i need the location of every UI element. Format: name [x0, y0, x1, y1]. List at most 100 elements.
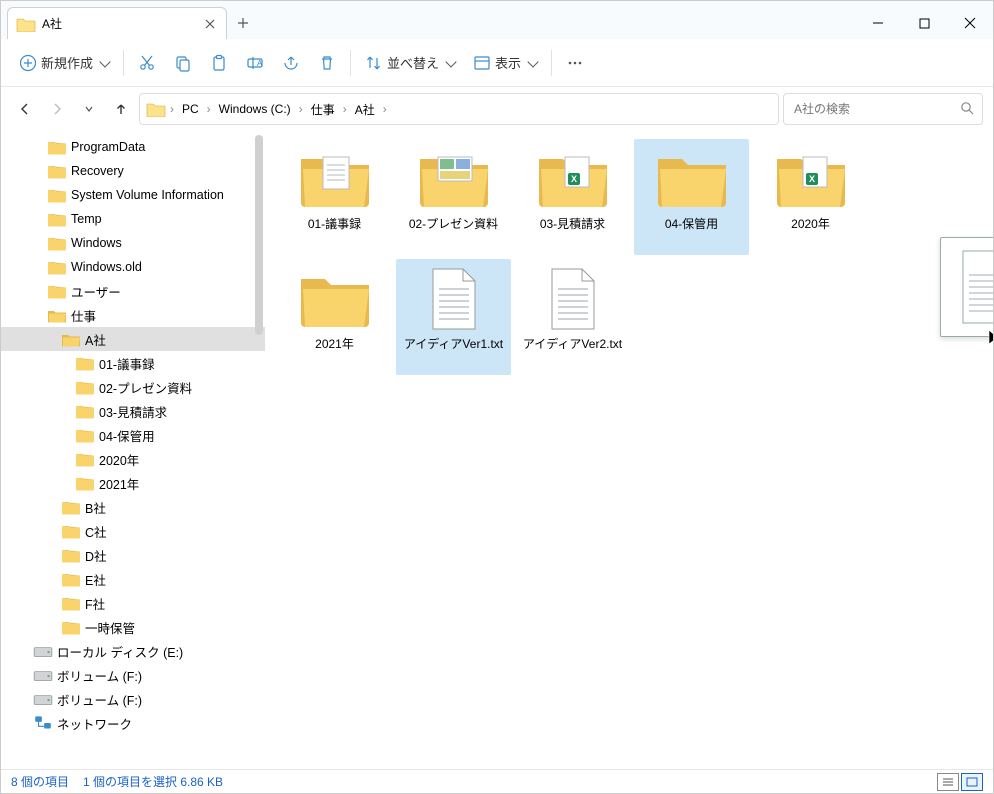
- tree-item-label: ボリューム (F:): [57, 690, 142, 709]
- folder-icon: [61, 619, 81, 635]
- copy-button[interactable]: [166, 45, 200, 81]
- search-box[interactable]: [783, 93, 983, 125]
- item-label: 01-議事録: [308, 217, 361, 231]
- new-button[interactable]: 新規作成: [11, 45, 117, 81]
- toolbar: 新規作成 A 並べ替え 表示: [1, 39, 993, 87]
- tab-close-icon[interactable]: [202, 16, 218, 32]
- sort-button[interactable]: 並べ替え: [357, 45, 463, 81]
- window-tab[interactable]: A社: [7, 7, 227, 39]
- details-view-button[interactable]: [937, 773, 959, 791]
- tree-item[interactable]: System Volume Information: [1, 183, 265, 207]
- explorer-window: A社 新規作成 A: [0, 0, 994, 794]
- tree-item[interactable]: 一時保管: [1, 615, 265, 639]
- tree-item-label: 2021年: [99, 474, 139, 493]
- chevron-right-icon[interactable]: ›: [168, 102, 176, 116]
- up-button[interactable]: [107, 95, 135, 123]
- tree-item[interactable]: 2020年: [1, 447, 265, 471]
- cut-button[interactable]: [130, 45, 164, 81]
- maximize-button[interactable]: [901, 7, 947, 39]
- tree-item-label: ProgramData: [71, 140, 145, 154]
- tree-item[interactable]: Windows: [1, 231, 265, 255]
- folder-icon: [61, 523, 81, 539]
- network-icon: [33, 715, 53, 731]
- folder-icon: [416, 149, 492, 209]
- tree-item[interactable]: Windows.old: [1, 255, 265, 279]
- file-item[interactable]: アイディアVer1.txt: [396, 259, 511, 375]
- breadcrumb[interactable]: › PC › Windows (C:) › 仕事 › A社 ›: [139, 93, 779, 125]
- rename-button[interactable]: A: [238, 45, 272, 81]
- tree-item-label: A社: [85, 330, 106, 349]
- chevron-right-icon[interactable]: ›: [341, 102, 349, 116]
- tree-item[interactable]: 03-見積請求: [1, 399, 265, 423]
- tree-item-label: 02-プレゼン資料: [99, 378, 192, 397]
- search-icon[interactable]: [960, 101, 974, 118]
- tree-item[interactable]: ボリューム (F:): [1, 663, 265, 687]
- folder-item[interactable]: 2021年: [277, 259, 392, 375]
- close-button[interactable]: [947, 7, 993, 39]
- items-view[interactable]: 01-議事録 02-プレゼン資料X03-見積請求04-保管用X2020年 2021年…: [265, 131, 993, 769]
- tree-item-label: F社: [85, 594, 105, 613]
- tree-item-label: 04-保管用: [99, 426, 155, 445]
- file-item[interactable]: アイディアVer2.txt: [515, 259, 630, 375]
- tree-item[interactable]: ローカル ディスク (E:): [1, 639, 265, 663]
- new-tab-button[interactable]: [227, 7, 259, 39]
- tree-item[interactable]: 01-議事録: [1, 351, 265, 375]
- tree-item[interactable]: ProgramData: [1, 135, 265, 159]
- breadcrumb-segment[interactable]: 仕事: [307, 99, 339, 120]
- tree-item[interactable]: B社: [1, 495, 265, 519]
- tree-item-label: 01-議事録: [99, 354, 155, 373]
- tree-item[interactable]: ネットワーク: [1, 711, 265, 735]
- tree-item[interactable]: 2021年: [1, 471, 265, 495]
- forward-button[interactable]: [43, 95, 71, 123]
- tree-item[interactable]: A社: [1, 327, 265, 351]
- svg-text:X: X: [570, 174, 576, 184]
- tree-item[interactable]: E社: [1, 567, 265, 591]
- tree-item[interactable]: 02-プレゼン資料: [1, 375, 265, 399]
- chevron-right-icon[interactable]: ›: [381, 102, 389, 116]
- folder-item[interactable]: 01-議事録: [277, 139, 392, 255]
- tree-item[interactable]: D社: [1, 543, 265, 567]
- tree-item[interactable]: Recovery: [1, 159, 265, 183]
- search-input[interactable]: [792, 101, 960, 117]
- folder-icon: [16, 16, 36, 32]
- paste-button[interactable]: [202, 45, 236, 81]
- share-button[interactable]: [274, 45, 308, 81]
- folder-item[interactable]: 02-プレゼン資料: [396, 139, 511, 255]
- tree-item-label: Windows: [71, 236, 122, 250]
- tree-item-label: C社: [85, 522, 107, 541]
- more-button[interactable]: [558, 45, 592, 81]
- new-icon: [19, 54, 37, 72]
- icons-view-button[interactable]: [961, 773, 983, 791]
- folder-item[interactable]: 04-保管用: [634, 139, 749, 255]
- chevron-down-icon: [527, 56, 538, 67]
- minimize-button[interactable]: [855, 7, 901, 39]
- tree-item[interactable]: 仕事: [1, 303, 265, 327]
- tree-item-label: 03-見積請求: [99, 402, 167, 421]
- tree-item[interactable]: Temp: [1, 207, 265, 231]
- breadcrumb-segment[interactable]: PC: [178, 100, 203, 118]
- delete-button[interactable]: [310, 45, 344, 81]
- chevron-right-icon[interactable]: ›: [205, 102, 213, 116]
- tree-item-label: Recovery: [71, 164, 124, 178]
- chevron-right-icon[interactable]: ›: [297, 102, 305, 116]
- navigation-tree[interactable]: ProgramData Recovery System Volume Informa…: [1, 131, 265, 769]
- scrollbar-thumb[interactable]: [255, 135, 263, 335]
- tree-item[interactable]: ボリューム (F:): [1, 687, 265, 711]
- tree-item[interactable]: C社: [1, 519, 265, 543]
- back-button[interactable]: [11, 95, 39, 123]
- tree-item-label: B社: [85, 498, 106, 517]
- folder-icon: [61, 547, 81, 563]
- scrollbar[interactable]: [249, 131, 265, 769]
- tree-item[interactable]: ユーザー: [1, 279, 265, 303]
- breadcrumb-segment[interactable]: Windows (C:): [215, 100, 295, 118]
- folder-item[interactable]: X03-見積請求: [515, 139, 630, 255]
- folder-icon: [47, 163, 67, 179]
- folder-item[interactable]: X2020年: [753, 139, 868, 255]
- view-button[interactable]: 表示: [465, 45, 545, 81]
- folder-icon: [47, 307, 67, 323]
- tree-item[interactable]: F社: [1, 591, 265, 615]
- breadcrumb-segment[interactable]: A社: [351, 99, 379, 120]
- tree-item-label: 一時保管: [85, 618, 135, 637]
- tree-item[interactable]: 04-保管用: [1, 423, 265, 447]
- recent-dropdown[interactable]: [75, 95, 103, 123]
